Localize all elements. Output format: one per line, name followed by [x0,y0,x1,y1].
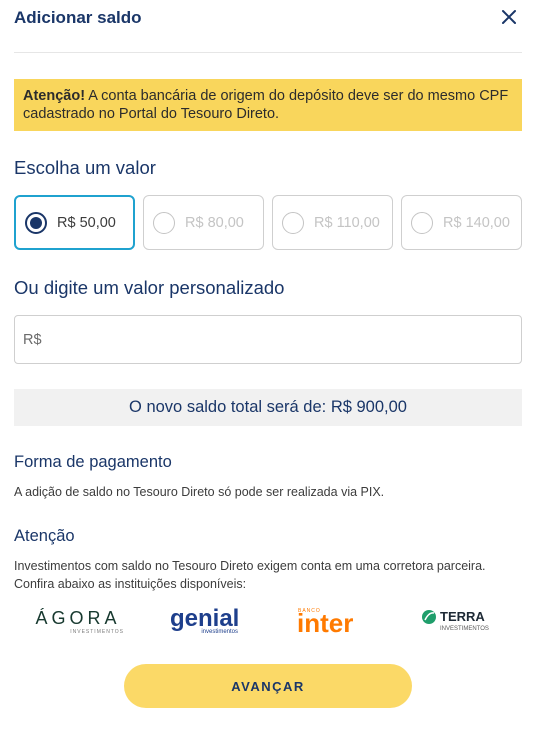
payment-text: A adição de saldo no Tesouro Direto só p… [14,485,385,499]
value-option-label: R$ 50,00 [57,214,116,231]
broker-logos: ÁGORA INVESTIMENTOS genial investimentos… [14,600,522,640]
new-balance-summary: O novo saldo total será de: R$ 900,00 [14,389,522,426]
genial-logo-text: genial [170,605,239,632]
agora-logo[interactable]: ÁGORA INVESTIMENTOS [34,600,124,640]
payment-title: Forma de pagamento [14,453,172,471]
value-option-label: R$ 80,00 [185,214,244,231]
close-icon[interactable] [499,7,519,27]
radio-icon [282,211,304,234]
agora-logo-text: ÁGORA [35,608,120,628]
genial-logo[interactable]: genial investimentos [168,600,243,640]
value-option-label: R$ 110,00 [314,214,380,231]
terra-logo-text: TERRA [440,609,485,624]
value-options: R$ 50,00 R$ 80,00 R$ 110,00 R$ 140,00 [14,195,522,250]
terra-logo[interactable]: TERRA INVESTIMENTOS [420,600,505,640]
radio-selected-icon [25,211,47,234]
attention-text-line2: Confira abaixo as instituições disponíve… [14,577,247,591]
inter-logo[interactable]: BANCO inter [296,600,366,640]
genial-logo-sub: investimentos [201,629,238,635]
value-option-140[interactable]: R$ 140,00 [401,195,522,250]
custom-value-title: Ou digite um valor personalizado [14,277,285,298]
advance-button[interactable]: AVANÇAR [124,664,412,708]
attention-text-line1: Investimentos com saldo no Tesouro Diret… [14,559,486,573]
custom-value-input[interactable] [14,315,522,364]
value-option-label: R$ 140,00 [443,214,510,231]
attention-title: Atenção [14,527,75,545]
modal-header: Adicionar saldo [14,0,522,53]
warning-strong: Atenção! [23,88,86,104]
warning-banner: Atenção! A conta bancária de origem do d… [14,79,522,131]
inter-logo-text: inter [297,608,353,638]
choose-value-title: Escolha um valor [14,157,156,178]
radio-icon [411,211,433,234]
modal-title: Adicionar saldo [14,8,142,27]
value-option-110[interactable]: R$ 110,00 [272,195,393,250]
agora-logo-sub: INVESTIMENTOS [70,629,124,635]
terra-logo-sub: INVESTIMENTOS [440,626,489,632]
terra-leaf-icon [422,610,436,624]
warning-text: A conta bancária de origem do depósito d… [23,88,509,122]
value-option-50[interactable]: R$ 50,00 [14,195,135,250]
radio-icon [153,211,175,234]
value-option-80[interactable]: R$ 80,00 [143,195,264,250]
